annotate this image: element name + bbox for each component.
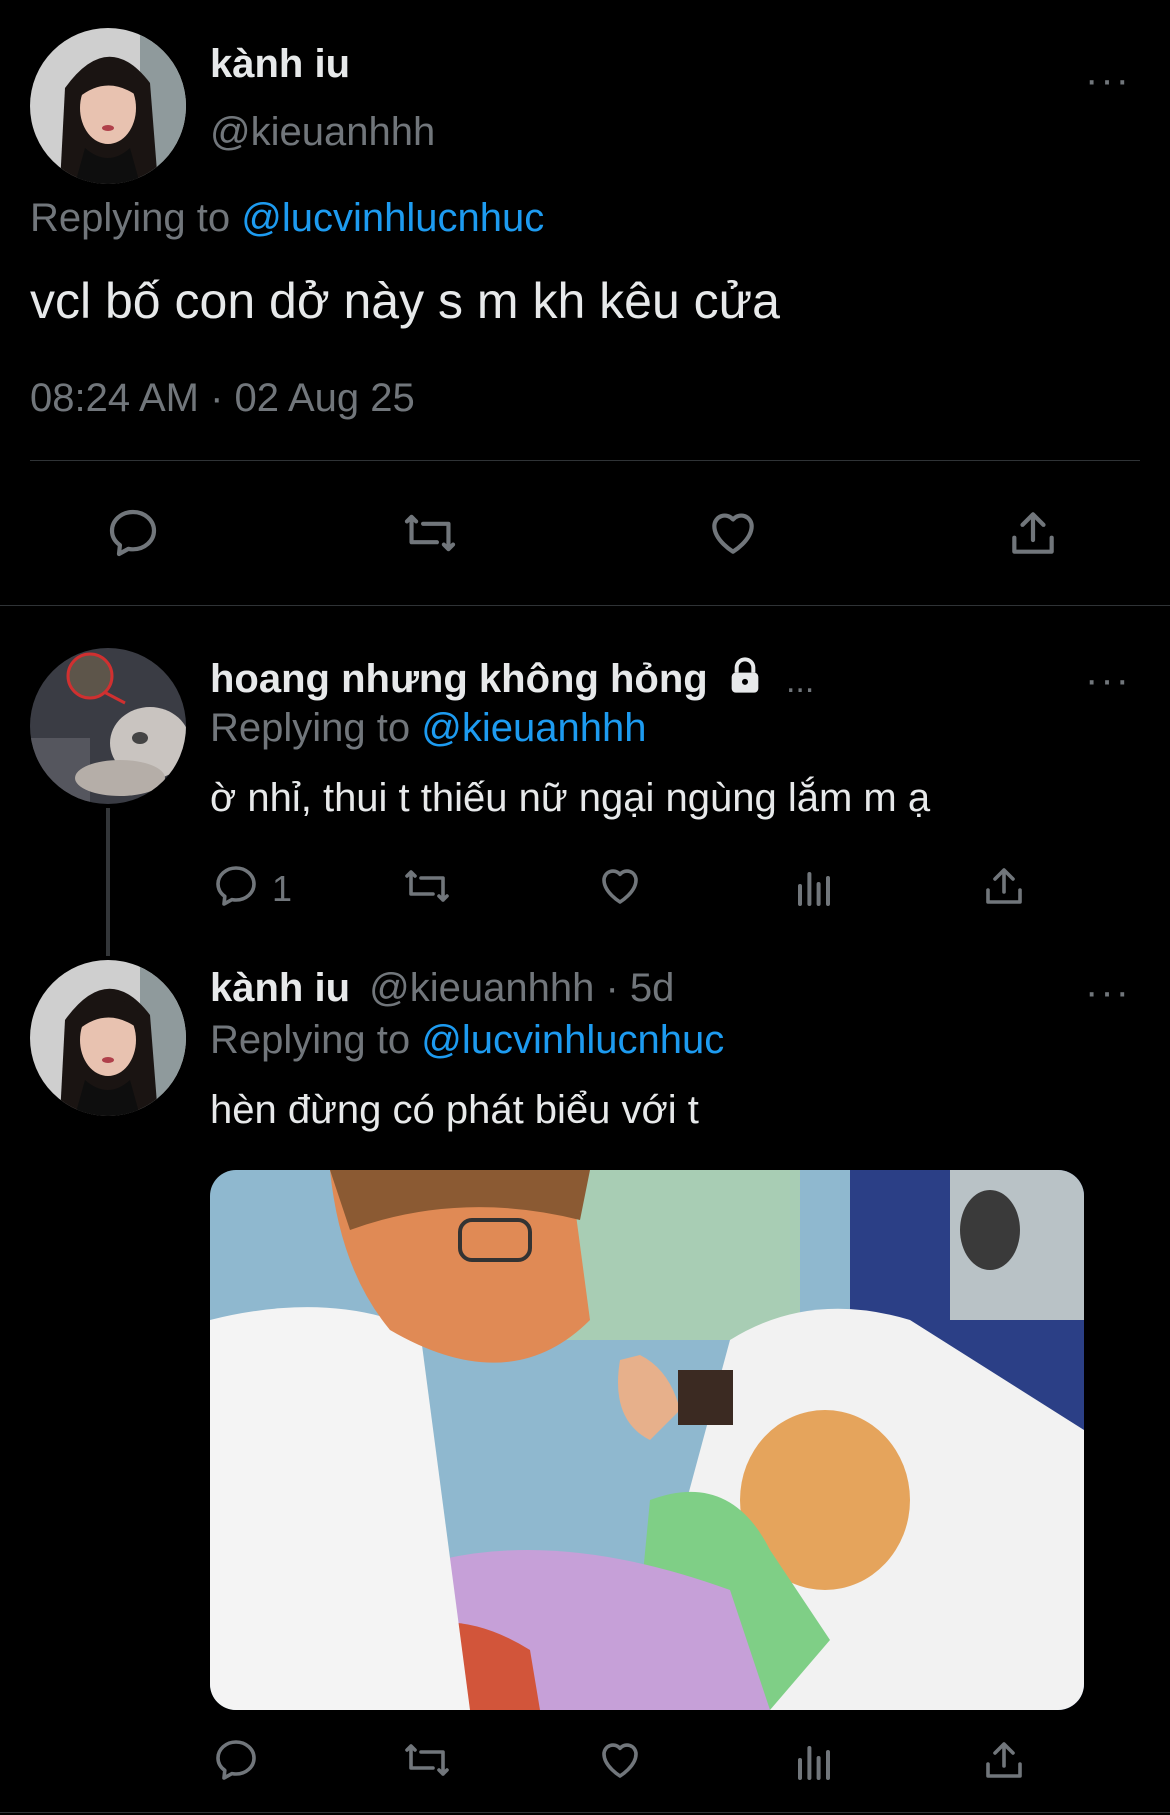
replying-to: Replying to @kieuanhhh [210, 706, 646, 751]
display-name-text: hoang nhưng không hỏng [210, 657, 708, 701]
tweet-text: vcl bố con dở này s m kh kêu cửa [30, 273, 780, 329]
avatar[interactable] [30, 648, 186, 804]
display-name[interactable]: kành iu [210, 42, 350, 87]
replying-label: Replying to [210, 706, 411, 750]
share-icon[interactable] [1005, 505, 1061, 561]
lock-icon [725, 656, 765, 706]
share-icon[interactable] [980, 862, 1028, 910]
tweet-text: ờ nhỉ, thui t thiếu nữ ngại ngùng lắm m … [210, 776, 931, 820]
views-icon[interactable] [790, 862, 838, 910]
replying-label: Replying to [30, 196, 231, 240]
handle[interactable]: @kieuanhhh [210, 110, 435, 155]
display-name[interactable]: kành iu [210, 966, 350, 1010]
tweet-header: kành iu @kieuanhhh · 5d [210, 966, 674, 1011]
replying-mention[interactable]: @lucvinhlucnhuc [421, 1018, 724, 1062]
replying-label: Replying to [210, 1018, 411, 1062]
more-options-icon[interactable]: ··· [1085, 970, 1131, 1015]
replying-mention[interactable]: @kieuanhhh [421, 706, 646, 750]
reply-count: 1 [272, 868, 293, 909]
avatar[interactable] [30, 28, 186, 184]
replying-to: Replying to @lucvinhlucnhuc [30, 196, 544, 241]
section-divider [0, 605, 1170, 606]
handle-and-time[interactable]: @kieuanhhh · 5d [369, 966, 674, 1010]
heart-icon[interactable] [596, 1736, 644, 1784]
retweet-icon[interactable] [400, 1736, 454, 1784]
reply-icon[interactable] [212, 862, 260, 910]
retweet-icon[interactable] [400, 505, 460, 561]
heart-icon[interactable] [705, 505, 761, 561]
reply-icon[interactable] [212, 1736, 260, 1784]
retweet-icon[interactable] [400, 862, 454, 910]
reply-icon[interactable] [105, 505, 161, 561]
replying-mention[interactable]: @lucvinhlucnhuc [241, 196, 544, 240]
divider [30, 460, 1140, 461]
thread-line [106, 808, 110, 956]
more-name-ellipsis: ... [785, 662, 815, 700]
heart-icon[interactable] [596, 862, 644, 910]
more-options-icon[interactable]: ··· [1085, 58, 1131, 103]
display-name[interactable]: hoang nhưng không hỏng ... [210, 656, 814, 706]
share-icon[interactable] [980, 1736, 1028, 1784]
more-options-icon[interactable]: ··· [1085, 658, 1131, 703]
section-divider [0, 1812, 1170, 1813]
avatar[interactable] [30, 960, 186, 1116]
views-icon[interactable] [790, 1736, 838, 1784]
replying-to: Replying to @lucvinhlucnhuc [210, 1018, 724, 1063]
timestamp[interactable]: 08:24 AM · 02 Aug 25 [30, 376, 415, 421]
tweet-media[interactable] [210, 1170, 1084, 1710]
tweet-text: hèn đừng có phát biểu với t [210, 1088, 699, 1132]
